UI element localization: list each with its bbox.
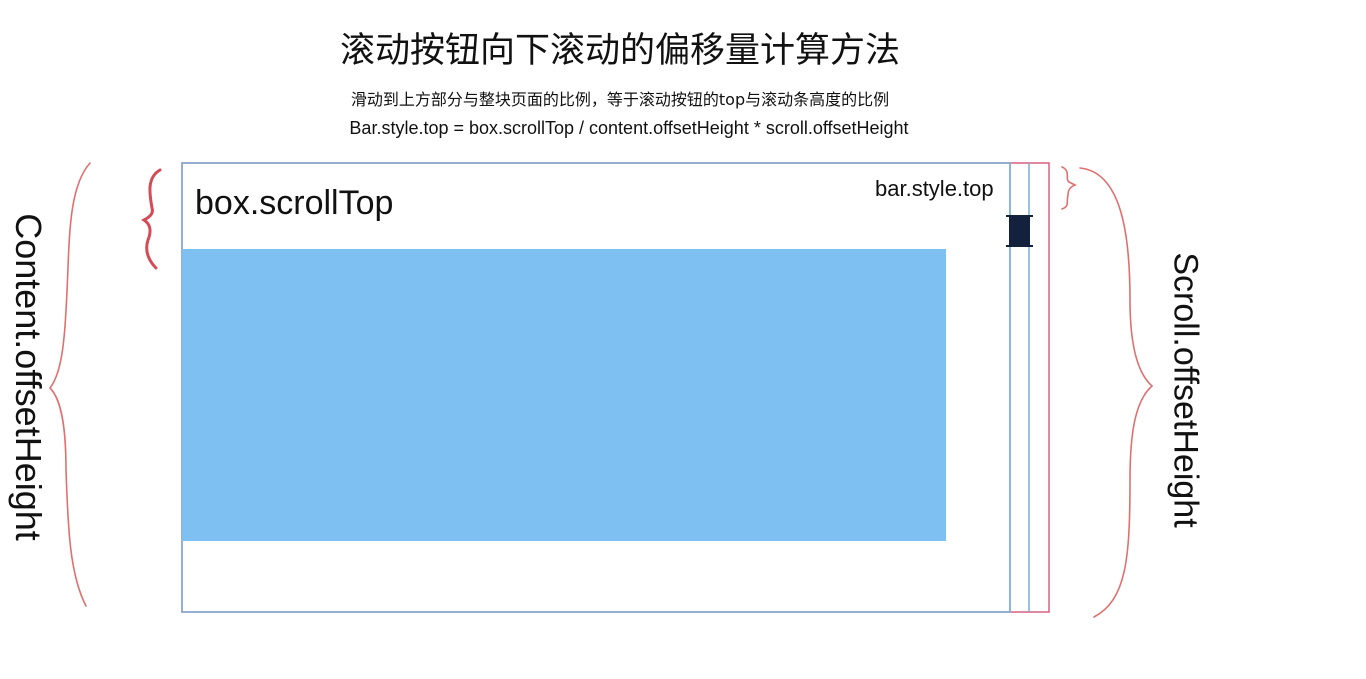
- label-scroll-offsetheight: Scroll.offsetHeight: [1166, 252, 1205, 528]
- brace-bar-style-top: [1061, 166, 1077, 210]
- brace-content-offsetheight: [48, 162, 91, 607]
- scroll-bar-thumb: [1009, 216, 1030, 246]
- scroll-diagram: [48, 162, 1154, 618]
- content-block: [182, 249, 946, 541]
- brace-scroll-offsetheight: [1079, 167, 1154, 618]
- label-box-scrolltop: box.scrollTop: [195, 184, 394, 222]
- brace-box-scrolltop: [141, 168, 162, 270]
- label-bar-style-top: bar.style.top: [875, 176, 994, 201]
- label-content-offsetheight: Content.offsetHeight: [8, 213, 49, 541]
